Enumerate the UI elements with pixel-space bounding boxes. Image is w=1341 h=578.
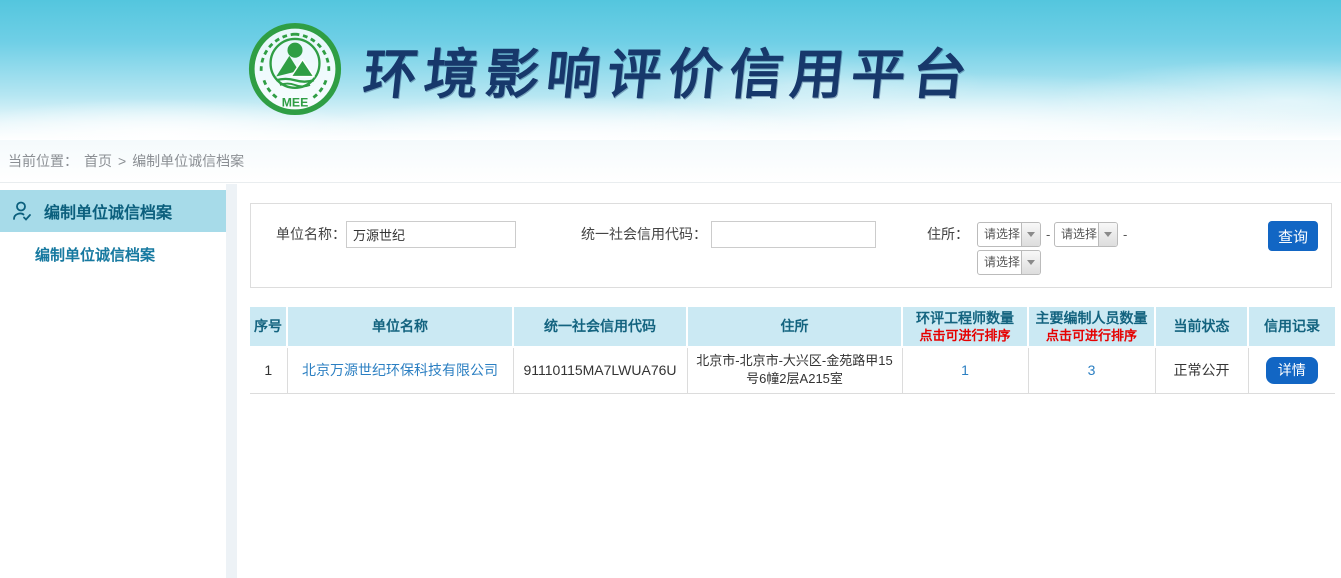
th-engineer-count-label: 环评工程师数量 [903,310,1027,327]
sort-hint: 点击可进行排序 [1029,327,1154,344]
breadcrumb: 当前位置： 首页 > 编制单位诚信档案 [0,140,1341,183]
sort-hint: 点击可进行排序 [903,327,1027,344]
address-province-select[interactable]: 请选择 [977,222,1041,247]
search-panel: 单位名称： 统一社会信用代码： 住所： 请选择 - 请选择 - 请选择 查询 [250,203,1332,288]
sidebar-item-archive[interactable]: 编制单位诚信档案 [0,190,226,232]
site-header: MEE 环境影响评价信用平台 [0,0,1341,140]
table-header-row: 序号 单位名称 统一社会信用代码 住所 环评工程师数量 点击可进行排序 主要编制… [250,307,1335,347]
sidebar-subitem-label: 编制单位诚信档案 [35,244,155,265]
company-name-link[interactable]: 北京万源世纪环保科技有限公司 [302,362,498,378]
table-row: 1 北京万源世纪环保科技有限公司 91110115MA7LWUA76U 北京市-… [250,347,1335,393]
company-name-label: 单位名称： [271,221,346,248]
address-dash-2: - [1123,221,1127,248]
company-name-input[interactable] [346,221,516,248]
sidebar-subitem-archive[interactable]: 编制单位诚信档案 [0,232,226,276]
th-index: 序号 [250,307,287,347]
svg-text:MEE: MEE [282,96,308,110]
breadcrumb-prefix: 当前位置： [8,151,78,171]
address-dash-1: - [1046,221,1050,248]
address-city-value: 请选择 [1055,223,1098,246]
address-city-select[interactable]: 请选择 [1054,222,1118,247]
mee-logo-icon: MEE [248,22,342,116]
sidebar-item-label: 编制单位诚信档案 [44,199,172,223]
chevron-down-icon[interactable] [1021,223,1040,246]
cell-address: 北京市-北京市-大兴区-金苑路甲15号6幢2层A215室 [687,347,902,393]
chevron-down-icon[interactable] [1021,251,1040,274]
query-button[interactable]: 查询 [1268,221,1318,251]
cell-index: 1 [250,347,287,393]
chevron-down-icon[interactable] [1098,223,1117,246]
breadcrumb-home[interactable]: 首页 [84,151,112,171]
detail-button[interactable]: 详情 [1266,357,1318,384]
th-status: 当前状态 [1155,307,1248,347]
breadcrumb-separator-icon: > [118,153,126,169]
sidebar: 编制单位诚信档案 编制单位诚信档案 [0,184,226,578]
engineer-count-link[interactable]: 1 [961,362,969,378]
th-staff-count-label: 主要编制人员数量 [1029,310,1154,327]
user-check-icon [10,199,34,223]
cell-status: 正常公开 [1155,347,1248,393]
address-label: 住所： [923,221,969,248]
cell-credit-code: 91110115MA7LWUA76U [513,347,687,393]
results-table: 序号 单位名称 统一社会信用代码 住所 环评工程师数量 点击可进行排序 主要编制… [250,307,1335,394]
th-credit-record: 信用记录 [1248,307,1335,347]
th-address: 住所 [687,307,902,347]
address-province-value: 请选择 [978,223,1021,246]
th-company-name: 单位名称 [287,307,513,347]
th-credit-code: 统一社会信用代码 [513,307,687,347]
credit-code-input[interactable] [711,221,876,248]
address-district-value: 请选择 [978,251,1021,274]
th-engineer-count-sortable[interactable]: 环评工程师数量 点击可进行排序 [902,307,1028,347]
sidebar-divider [226,184,237,578]
address-district-select[interactable]: 请选择 [977,250,1041,275]
th-staff-count-sortable[interactable]: 主要编制人员数量 点击可进行排序 [1028,307,1155,347]
breadcrumb-current: 编制单位诚信档案 [132,151,244,171]
credit-code-label: 统一社会信用代码： [581,221,706,248]
page-title: 环境影响评价信用平台 [360,30,978,109]
staff-count-link[interactable]: 3 [1088,362,1096,378]
